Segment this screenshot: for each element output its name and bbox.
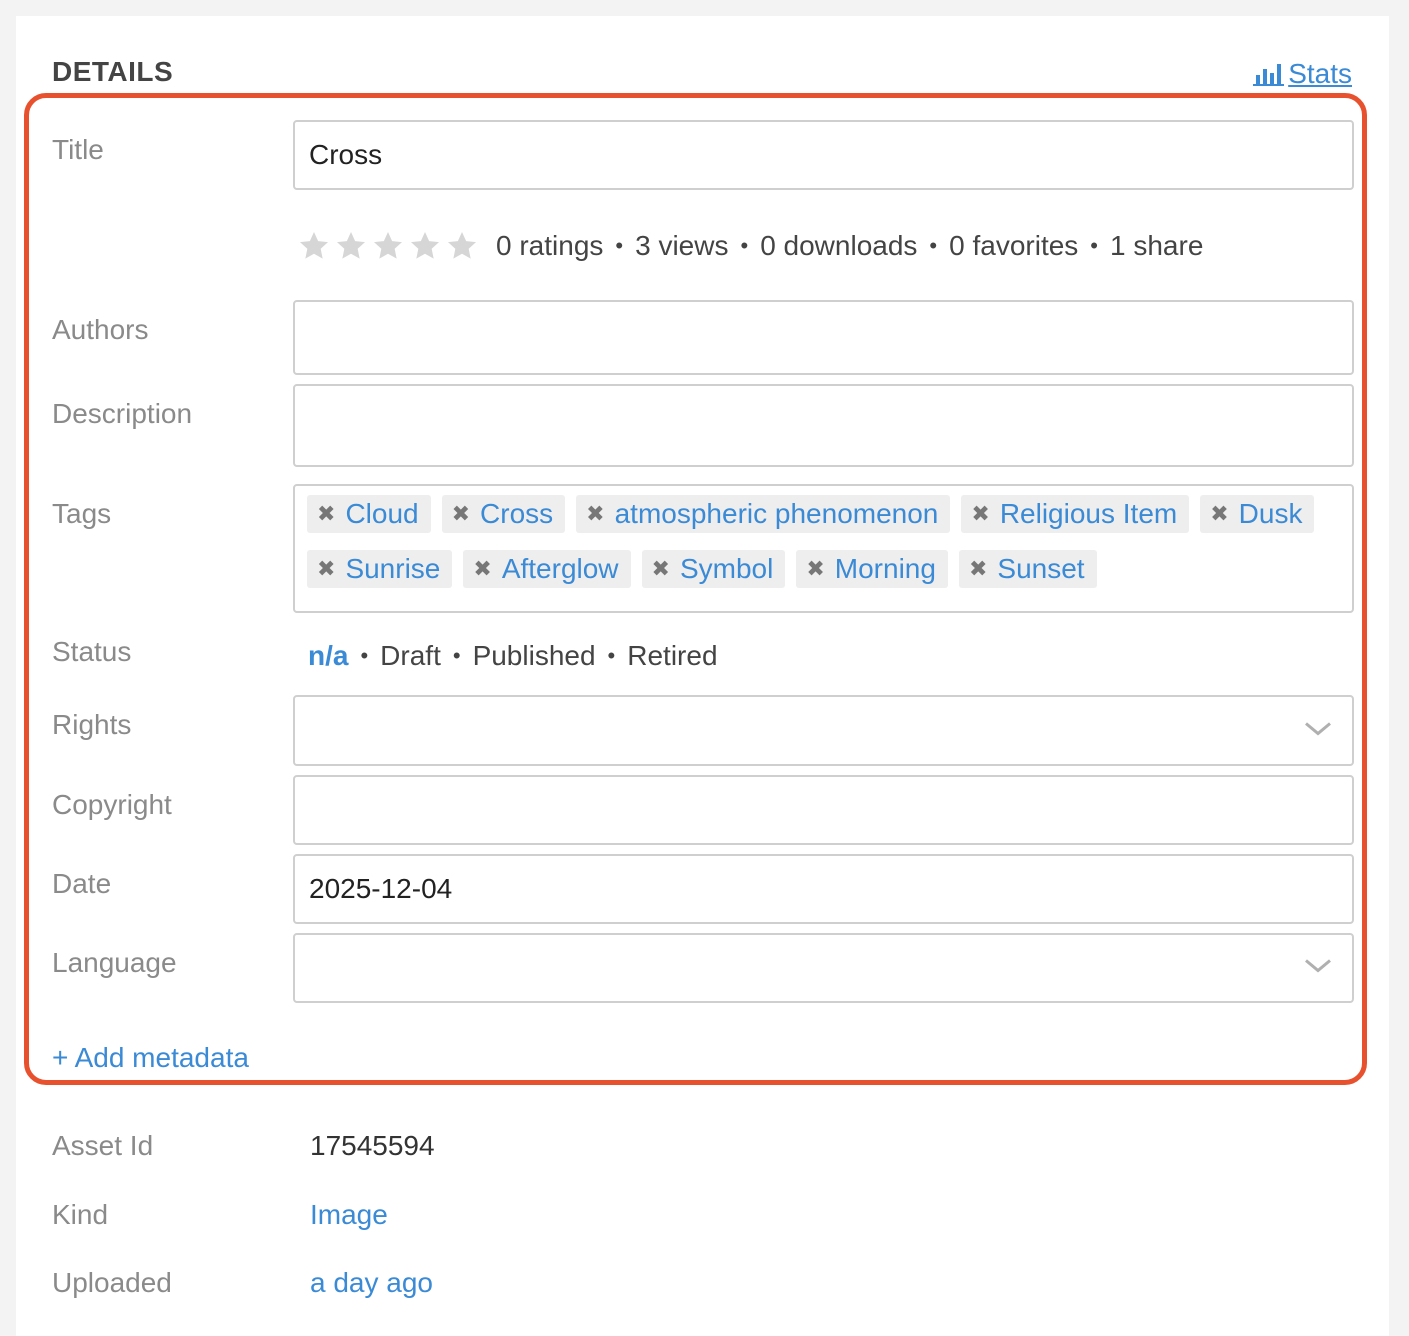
tag-label[interactable]: Dusk <box>1239 498 1303 530</box>
close-icon[interactable]: ✖ <box>452 503 470 525</box>
status-option[interactable]: Published <box>473 640 596 672</box>
date-input[interactable] <box>293 854 1354 924</box>
separator-dot: • <box>740 233 749 258</box>
separator-dot: • <box>360 643 369 668</box>
tag-label[interactable]: Cloud <box>345 498 418 530</box>
separator-dot: • <box>615 233 624 258</box>
language-label: Language <box>52 947 177 978</box>
close-icon[interactable]: ✖ <box>317 558 335 580</box>
star-icon[interactable] <box>409 230 441 262</box>
title-input[interactable] <box>293 120 1354 190</box>
chevron-down-icon <box>1304 958 1332 979</box>
description-textarea[interactable] <box>293 384 1354 467</box>
asset-id-label: Asset Id <box>52 1130 154 1161</box>
rights-select[interactable] <box>293 695 1354 766</box>
tag-chip: ✖ Sunrise <box>307 550 453 588</box>
status-option[interactable]: Draft <box>380 640 441 672</box>
chevron-down-icon <box>1304 720 1332 741</box>
stat-item: 0 downloads <box>760 230 918 261</box>
status-option[interactable]: Retired <box>627 640 717 672</box>
stats-list: 0 ratings • 3 views • 0 downloads • 0 favorite… <box>496 230 1203 262</box>
stat-item: 3 views <box>635 230 729 261</box>
stat-item: 0 favorites <box>949 230 1079 261</box>
separator-dot: • <box>1090 233 1098 258</box>
stats-link[interactable]: Stats <box>1252 58 1352 90</box>
kind-link[interactable]: Image <box>310 1199 388 1231</box>
stat-item: 1 share <box>1110 230 1204 261</box>
section-title: DETAILS <box>52 56 174 87</box>
status-options: n/a • Draft • Published • Retired <box>308 634 718 678</box>
status-option[interactable]: n/a <box>308 640 348 672</box>
tags-label: Tags <box>52 498 112 529</box>
copyright-label: Copyright <box>52 789 172 820</box>
close-icon[interactable]: ✖ <box>586 503 604 525</box>
add-metadata-link[interactable]: + Add metadata <box>52 1042 249 1074</box>
title-label: Title <box>52 134 104 165</box>
star-rating[interactable] <box>298 230 478 262</box>
star-icon[interactable] <box>298 230 330 262</box>
tag-chip: ✖ Dusk <box>1200 495 1315 533</box>
bar-chart-icon <box>1252 61 1285 87</box>
separator-dot: • <box>929 233 938 258</box>
tag-label[interactable]: Sunrise <box>345 553 440 585</box>
tag-chip: ✖ Morning <box>796 550 948 588</box>
tag-label[interactable]: atmospheric phenomenon <box>615 498 939 530</box>
close-icon[interactable]: ✖ <box>317 503 335 525</box>
stat-item: 0 ratings <box>496 230 604 261</box>
kind-label: Kind <box>52 1199 109 1230</box>
copyright-input[interactable] <box>293 775 1354 845</box>
tag-label[interactable]: Religious Item <box>1000 498 1177 530</box>
tag-label[interactable]: Symbol <box>680 553 773 585</box>
close-icon[interactable]: ✖ <box>473 558 491 580</box>
uploaded-label: Uploaded <box>52 1267 172 1298</box>
star-icon[interactable] <box>372 230 404 262</box>
tag-chip: ✖ atmospheric phenomenon <box>576 495 951 533</box>
separator-dot: • <box>452 643 461 668</box>
tag-chip: ✖ Religious Item <box>961 495 1190 533</box>
tag-chip: ✖ Cross <box>441 495 566 533</box>
tags-input[interactable]: ✖ Cloud ✖ Cross ✖ atmospheric phenomenon ✖ Reli… <box>293 484 1354 613</box>
authors-label: Authors <box>52 314 149 345</box>
close-icon[interactable]: ✖ <box>652 558 670 580</box>
tag-label[interactable]: Afterglow <box>502 553 619 585</box>
tag-chip: ✖ Afterglow <box>463 550 631 588</box>
tag-label[interactable]: Cross <box>480 498 553 530</box>
tag-chip: ✖ Symbol <box>641 550 786 588</box>
status-label: Status <box>52 636 132 667</box>
tag-label[interactable]: Sunset <box>997 553 1084 585</box>
language-select[interactable] <box>293 933 1354 1003</box>
description-label: Description <box>52 398 193 429</box>
rights-label: Rights <box>52 709 132 740</box>
rating-stats-row: 0 ratings • 3 views • 0 downloads • 0 favorite… <box>298 224 1203 268</box>
star-icon[interactable] <box>446 230 478 262</box>
stats-label: Stats <box>1288 58 1352 89</box>
tag-chip: ✖ Cloud <box>307 495 431 533</box>
tag-chip: ✖ Sunset <box>958 550 1097 588</box>
asset-id-value: 17545594 <box>310 1130 435 1161</box>
close-icon[interactable]: ✖ <box>806 558 824 580</box>
uploaded-link[interactable]: a day ago <box>310 1267 433 1299</box>
close-icon[interactable]: ✖ <box>971 503 989 525</box>
date-label: Date <box>52 868 112 899</box>
separator-dot: • <box>607 643 616 668</box>
star-icon[interactable] <box>335 230 367 262</box>
authors-input[interactable] <box>293 300 1354 375</box>
close-icon[interactable]: ✖ <box>1210 503 1228 525</box>
close-icon[interactable]: ✖ <box>969 558 987 580</box>
tag-label[interactable]: Morning <box>835 553 936 585</box>
